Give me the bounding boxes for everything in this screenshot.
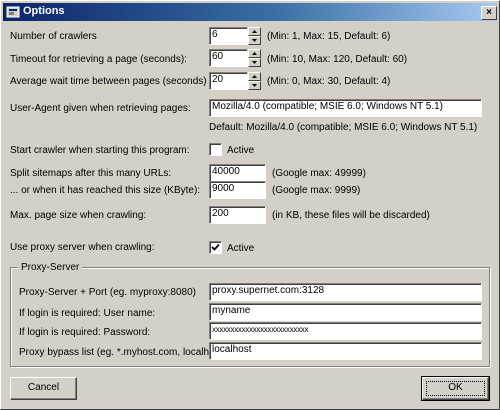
arrow-up-icon xyxy=(252,75,257,78)
proxy-user-label: If login is required: User name: xyxy=(19,308,156,319)
timeout-input[interactable]: 60 xyxy=(209,49,248,67)
arrow-down-icon xyxy=(252,61,257,64)
split-size-label: ... or when it has reached this size (KB… xyxy=(10,185,201,196)
use-proxy-label: Use proxy server when crawling: xyxy=(10,242,155,253)
close-button[interactable]: × xyxy=(481,6,497,20)
crawlers-input[interactable]: 6 xyxy=(209,27,248,45)
wait-spinner[interactable] xyxy=(248,72,261,90)
max-page-label: Max. page size when crawling: xyxy=(10,210,147,221)
close-icon: × xyxy=(486,7,492,18)
split-size-input[interactable]: 9000 xyxy=(209,181,266,199)
timeout-spinner[interactable] xyxy=(248,49,261,67)
split-size-hint: (Google max: 9999) xyxy=(272,185,361,196)
start-crawler-active-label[interactable]: Active xyxy=(227,144,254,157)
start-crawler-checkbox[interactable] xyxy=(209,143,222,156)
start-crawler-label: Start crawler when starting this program… xyxy=(10,145,190,156)
crawlers-spinner[interactable] xyxy=(248,27,261,45)
use-proxy-active-label[interactable]: Active xyxy=(227,242,254,255)
options-dialog: Options × Number of crawlers 6 (Min: 1, … xyxy=(0,0,500,410)
arrow-down-icon xyxy=(252,39,257,42)
wait-spin-up[interactable] xyxy=(248,72,261,81)
window-title: Options xyxy=(23,5,65,17)
timeout-spin-up[interactable] xyxy=(248,49,261,58)
crawlers-spin-down[interactable] xyxy=(248,36,261,45)
proxy-password-label: If login is required: Password: xyxy=(19,327,151,338)
timeout-spin-down[interactable] xyxy=(248,58,261,67)
arrow-up-icon xyxy=(252,52,257,55)
use-proxy-checkbox[interactable] xyxy=(209,241,222,254)
user-agent-input[interactable]: Mozilla/4.0 (compatible; MSIE 6.0; Windo… xyxy=(209,99,482,117)
title-bar[interactable]: Options × xyxy=(3,3,497,21)
proxy-server-group-title: Proxy-Server xyxy=(18,261,83,274)
ok-button-label: OK xyxy=(448,382,463,393)
proxy-bypass-label: Proxy bypass list (eg. *.myhost.com, loc… xyxy=(19,347,226,358)
split-urls-input[interactable]: 40000 xyxy=(209,164,266,182)
cancel-button[interactable]: Cancel xyxy=(10,377,77,400)
timeout-label: Timeout for retrieving a page (seconds): xyxy=(10,54,187,65)
ok-button[interactable]: OK xyxy=(421,376,490,401)
crawlers-spin-up[interactable] xyxy=(248,27,261,36)
crawlers-hint: (Min: 1, Max: 15, Default: 6) xyxy=(267,31,391,42)
user-agent-default: Default: Mozilla/4.0 (compatible; MSIE 6… xyxy=(209,122,478,133)
wait-input[interactable]: 20 xyxy=(209,72,248,90)
wait-hint: (Min: 0, Max: 30, Default: 4) xyxy=(267,76,391,87)
arrow-up-icon xyxy=(252,30,257,33)
checkmark-icon xyxy=(211,243,220,251)
split-urls-label: Split sitemaps after this many URLs: xyxy=(10,168,172,179)
proxy-server-label: Proxy-Server + Port (eg. myproxy:8080) xyxy=(19,287,197,298)
proxy-user-input[interactable]: myname xyxy=(209,303,482,321)
max-page-input[interactable]: 200 xyxy=(209,206,266,224)
proxy-password-input[interactable]: xxxxxxxxxxxxxxxxxxxxxxxxxx xyxy=(209,322,482,340)
proxy-bypass-input[interactable]: localhost xyxy=(209,342,482,360)
wait-label: Average wait time between pages (seconds… xyxy=(10,76,207,87)
split-urls-hint: (Google max: 49999) xyxy=(272,168,366,179)
wait-spin-down[interactable] xyxy=(248,81,261,90)
arrow-down-icon xyxy=(252,84,257,87)
app-icon xyxy=(6,6,20,18)
user-agent-label: User-Agent given when retrieving pages: xyxy=(10,103,191,114)
crawlers-label: Number of crawlers xyxy=(10,31,97,42)
timeout-hint: (Min: 10, Max: 120, Default: 60) xyxy=(267,54,408,65)
max-page-hint: (in KB, these files will be discarded) xyxy=(272,210,430,221)
proxy-server-input[interactable]: proxy.supernet.com:3128 xyxy=(209,283,482,301)
